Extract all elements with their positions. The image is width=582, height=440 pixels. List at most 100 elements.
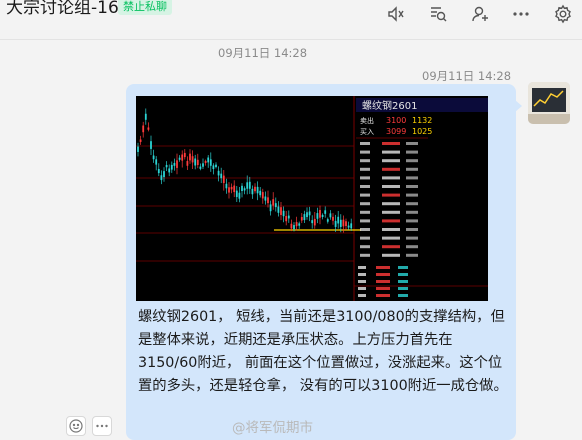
candle-body bbox=[261, 192, 264, 199]
candle-body bbox=[326, 219, 329, 222]
candle-body bbox=[350, 223, 353, 229]
candle-body bbox=[298, 223, 301, 226]
message-timestamp: 09月11日 14:28 bbox=[422, 69, 512, 83]
settings-icon[interactable] bbox=[553, 4, 573, 24]
tick-row-cell bbox=[376, 266, 390, 269]
more-actions-button[interactable] bbox=[92, 416, 112, 436]
candle-body bbox=[147, 127, 150, 130]
group-title: 大宗讨论组-168 bbox=[6, 0, 130, 18]
quote-row-value bbox=[382, 176, 400, 180]
candle-body bbox=[163, 171, 165, 178]
emoji-reaction-button[interactable] bbox=[66, 416, 86, 436]
candle-body bbox=[277, 206, 280, 213]
candle-body bbox=[280, 207, 282, 215]
candle-body bbox=[178, 157, 181, 160]
candle-body bbox=[222, 175, 225, 184]
candle-body bbox=[319, 210, 321, 218]
candle-body bbox=[168, 168, 171, 173]
quote-label: 卖出 bbox=[360, 116, 374, 125]
candle-body bbox=[306, 212, 308, 218]
candle-body bbox=[290, 223, 293, 229]
candle-body bbox=[313, 218, 316, 226]
candle-body bbox=[181, 154, 184, 161]
candle-body bbox=[324, 210, 327, 214]
quote-value: 3100 bbox=[386, 116, 406, 125]
candle-body bbox=[300, 217, 303, 221]
candle-body bbox=[321, 214, 324, 217]
candle-body bbox=[186, 161, 189, 166]
candle-body bbox=[303, 214, 306, 221]
quote-row-value bbox=[382, 185, 400, 188]
quote-row-extra bbox=[406, 185, 418, 188]
quote-row-extra bbox=[406, 150, 418, 154]
quote-row-value bbox=[382, 219, 400, 223]
quote-row-extra bbox=[406, 167, 418, 171]
quote-row-extra bbox=[406, 245, 418, 249]
candle-body bbox=[269, 204, 272, 212]
mute-icon[interactable] bbox=[386, 4, 406, 24]
quote-row-label bbox=[360, 219, 370, 223]
quote-row-value bbox=[382, 236, 400, 240]
candle-body bbox=[332, 216, 334, 221]
quote-row-label bbox=[360, 185, 370, 188]
candle-body bbox=[142, 125, 145, 133]
quote-row-value bbox=[382, 159, 400, 163]
candle-body bbox=[217, 170, 220, 176]
candle-body bbox=[274, 203, 277, 208]
quote-row-value bbox=[382, 150, 400, 154]
candle-body bbox=[176, 160, 178, 168]
tick-row-cell bbox=[376, 294, 390, 297]
tick-row-cell bbox=[398, 266, 408, 269]
candle-body bbox=[157, 169, 160, 174]
search-chat-icon[interactable] bbox=[428, 4, 448, 24]
candle-body bbox=[209, 159, 212, 166]
chart-screenshot-image[interactable]: 螺纹钢2601 卖出 3100 1132 买入 3099 1025 bbox=[136, 96, 488, 301]
candle-body bbox=[204, 160, 207, 163]
candle-body bbox=[316, 213, 319, 219]
candle-body bbox=[272, 199, 275, 206]
chat-header: 大宗讨论组-168 禁止私聊 bbox=[0, 0, 582, 28]
candle-body bbox=[233, 185, 236, 193]
quote-row-extra bbox=[406, 202, 418, 206]
candle-body bbox=[155, 159, 158, 165]
candle-body bbox=[241, 185, 243, 191]
quote-label: 买入 bbox=[360, 128, 374, 136]
candle-body bbox=[287, 215, 290, 219]
candle-body bbox=[212, 165, 215, 169]
candle-body bbox=[235, 190, 238, 197]
candle-body bbox=[183, 152, 186, 158]
candle-body bbox=[264, 196, 267, 201]
avatar[interactable] bbox=[528, 82, 570, 124]
tick-row-cell bbox=[376, 273, 390, 276]
candle-body bbox=[337, 216, 340, 224]
candle-body bbox=[228, 187, 230, 193]
candle-body bbox=[207, 157, 210, 163]
quote-row-extra bbox=[406, 193, 418, 197]
more-icon[interactable] bbox=[511, 4, 531, 24]
quote-row-label bbox=[360, 236, 370, 240]
quote-row-value bbox=[382, 210, 400, 214]
candle-body bbox=[173, 163, 176, 166]
quote-row-label bbox=[360, 193, 370, 197]
candle-body bbox=[342, 219, 345, 227]
add-member-icon[interactable] bbox=[470, 4, 490, 24]
candle-body bbox=[243, 188, 246, 191]
candle-body bbox=[152, 155, 155, 160]
quote-row-label bbox=[360, 142, 370, 145]
tick-row-cell bbox=[358, 294, 366, 297]
candle-body bbox=[238, 192, 241, 199]
candle-body bbox=[202, 163, 204, 167]
candle-body bbox=[225, 183, 228, 189]
kline-chart: 螺纹钢2601 卖出 3100 1132 买入 3099 1025 bbox=[136, 96, 488, 301]
candle-body bbox=[139, 139, 142, 142]
quote-row-label bbox=[360, 228, 370, 231]
quote-row-label bbox=[360, 253, 370, 257]
candle-body bbox=[254, 186, 256, 192]
candle-body bbox=[334, 220, 337, 227]
bubble-tail bbox=[515, 100, 522, 112]
candle-body bbox=[137, 146, 139, 152]
candle-body bbox=[246, 182, 249, 189]
header-divider bbox=[0, 39, 582, 40]
message-bubble[interactable]: 螺纹钢2601 卖出 3100 1132 买入 3099 1025 螺纹钢260… bbox=[126, 84, 516, 440]
candle-body bbox=[248, 181, 251, 189]
